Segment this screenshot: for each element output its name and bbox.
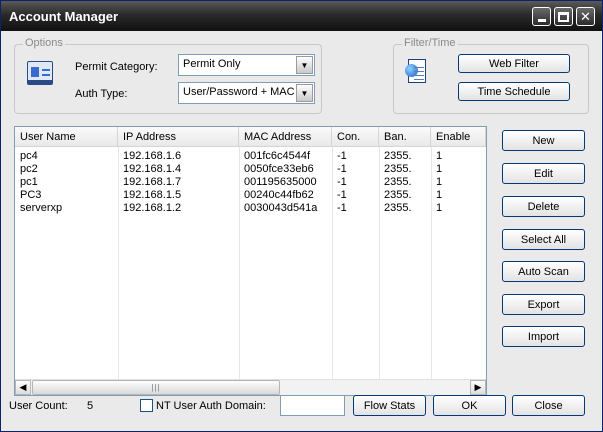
cell-ip-address: 192.168.1.7 (123, 176, 182, 188)
horizontal-scrollbar[interactable]: ◀ ||| ▶ (15, 379, 486, 395)
cell-con: -1 (337, 163, 347, 175)
dialog-body: Options Permit Category: Permit Only ▼ A… (1, 31, 602, 431)
cell-enable: 1 (436, 202, 443, 214)
chevron-left-icon: ◀ (19, 382, 27, 392)
cell-user-name: PC3 (20, 189, 42, 201)
options-group: Options Permit Category: Permit Only ▼ A… (14, 37, 322, 114)
close-icon: ✕ (580, 9, 591, 24)
id-card-icon (27, 61, 53, 85)
cell-ban: 2355. (384, 176, 412, 188)
close-button[interactable]: Close (512, 395, 585, 416)
scroll-thumb[interactable]: ||| (32, 380, 280, 395)
maximize-icon (558, 11, 569, 22)
flow-stats-button[interactable]: Flow Stats (353, 395, 426, 416)
cell-ban: 2355. (384, 163, 412, 175)
cell-ip-address: 192.168.1.2 (123, 202, 182, 214)
auth-type-label: Auth Type: (75, 88, 128, 100)
cell-con: -1 (337, 202, 347, 214)
permit-category-select[interactable]: Permit Only ▼ (178, 54, 315, 76)
column-enable[interactable]: Enable (431, 127, 486, 147)
account-manager-window: Account Manager ✕ Options Permit Categor… (0, 0, 603, 432)
import-button[interactable]: Import (502, 326, 585, 347)
column-ip-address[interactable]: IP Address (118, 127, 239, 147)
column-con[interactable]: Con. (332, 127, 379, 147)
cell-ip-address: 192.168.1.6 (123, 150, 182, 162)
cell-ip-address: 192.168.1.4 (123, 163, 182, 175)
chevron-down-icon[interactable]: ▼ (296, 84, 313, 102)
cell-mac-address: 0050fce33eb6 (244, 163, 314, 175)
time-schedule-button[interactable]: Time Schedule (458, 82, 570, 101)
filter-time-group: Filter/Time Web Filter Time Schedule (393, 37, 589, 114)
cell-enable: 1 (436, 189, 443, 201)
cell-con: -1 (337, 189, 347, 201)
nt-user-auth-domain-checkbox[interactable] (140, 399, 153, 412)
edit-button[interactable]: Edit (502, 163, 585, 184)
cell-user-name: pc2 (20, 163, 38, 175)
web-filter-button[interactable]: Web Filter (458, 54, 570, 73)
chevron-down-icon[interactable]: ▼ (296, 56, 313, 74)
close-window-button[interactable]: ✕ (576, 7, 595, 26)
scroll-right-button[interactable]: ▶ (470, 380, 486, 395)
auth-type-value: User/Password + MAC (183, 86, 295, 98)
new-button[interactable]: New (502, 130, 585, 151)
cell-ip-address: 192.168.1.5 (123, 189, 182, 201)
user-count-label: User Count: (9, 400, 68, 412)
cell-mac-address: 001195635000 (244, 176, 317, 188)
auth-type-select[interactable]: User/Password + MAC ▼ (178, 82, 315, 104)
window-title: Account Manager (9, 9, 119, 24)
cell-con: -1 (337, 150, 347, 162)
maximize-button[interactable] (554, 7, 573, 26)
permit-category-label: Permit Category: (75, 61, 158, 73)
nt-user-auth-domain-label: NT User Auth Domain: (156, 400, 266, 412)
auto-scan-button[interactable]: Auto Scan (502, 261, 585, 282)
title-bar[interactable]: Account Manager ✕ (1, 1, 602, 31)
cell-mac-address: 00240c44fb62 (244, 189, 314, 201)
web-document-icon (405, 59, 427, 85)
cell-enable: 1 (436, 163, 443, 175)
table-row[interactable]: serverxp 192.168.1.2 0030043d541a -1 235… (15, 202, 486, 215)
cell-user-name: serverxp (20, 202, 63, 214)
minimize-icon (537, 19, 546, 22)
options-group-label: Options (23, 37, 65, 49)
column-ban[interactable]: Ban. (379, 127, 431, 147)
grip-icon: ||| (151, 383, 161, 392)
table-row[interactable]: pc4 192.168.1.6 001fc6c4544f -1 2355. 1 (15, 150, 486, 163)
user-count-value: 5 (87, 400, 94, 412)
cell-user-name: pc1 (20, 176, 38, 188)
chevron-right-icon: ▶ (474, 382, 482, 392)
cell-ban: 2355. (384, 189, 412, 201)
table-row[interactable]: pc2 192.168.1.4 0050fce33eb6 -1 2355. 1 (15, 163, 486, 176)
export-button[interactable]: Export (502, 294, 585, 315)
table-row[interactable]: pc1 192.168.1.7 001195635000 -1 2355. 1 (15, 176, 486, 189)
list-header: User Name IP Address MAC Address Con. Ba… (15, 127, 486, 147)
column-mac-address[interactable]: MAC Address (239, 127, 332, 147)
cell-ban: 2355. (384, 202, 412, 214)
nt-domain-input[interactable] (280, 395, 345, 416)
cell-user-name: pc4 (20, 150, 38, 162)
account-list[interactable]: User Name IP Address MAC Address Con. Ba… (14, 126, 487, 396)
cell-enable: 1 (436, 176, 443, 188)
column-user-name[interactable]: User Name (15, 127, 118, 147)
minimize-button[interactable] (532, 7, 551, 26)
cell-con: -1 (337, 176, 347, 188)
table-row[interactable]: PC3 192.168.1.5 00240c44fb62 -1 2355. 1 (15, 189, 486, 202)
cell-enable: 1 (436, 150, 443, 162)
ok-button[interactable]: OK (433, 395, 506, 416)
cell-mac-address: 001fc6c4544f (244, 150, 311, 162)
cell-mac-address: 0030043d541a (244, 202, 318, 214)
scroll-left-button[interactable]: ◀ (15, 380, 31, 395)
permit-category-value: Permit Only (183, 58, 241, 70)
select-all-button[interactable]: Select All (502, 229, 585, 250)
cell-ban: 2355. (384, 150, 412, 162)
delete-button[interactable]: Delete (502, 196, 585, 217)
filter-time-group-label: Filter/Time (402, 37, 458, 49)
